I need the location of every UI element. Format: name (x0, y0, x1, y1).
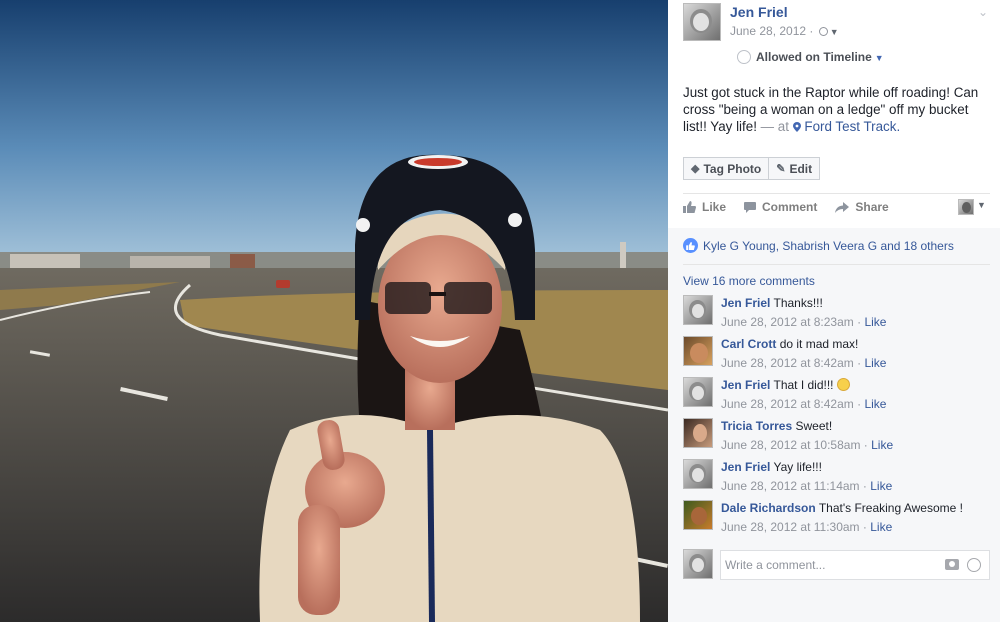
view-more-comments-link[interactable]: View 16 more comments (683, 274, 815, 288)
timeline-radio-icon[interactable] (737, 50, 751, 64)
post-at-label: — at (760, 119, 789, 134)
comment-time[interactable]: June 28, 2012 at 11:14am · (721, 479, 867, 493)
tag-photo-button[interactable]: ◆ Tag Photo (683, 157, 770, 180)
divider (683, 193, 990, 194)
viewer-avatar[interactable] (958, 199, 974, 215)
chevron-down-icon[interactable]: ▼ (830, 27, 839, 37)
comment-like-link[interactable]: Like (864, 397, 886, 411)
comment-time[interactable]: June 28, 2012 at 10:58am · (721, 438, 868, 452)
commenter-avatar[interactable] (683, 459, 713, 489)
comment-bubble-icon (744, 201, 757, 213)
commenter-name[interactable]: Carl Crott (721, 337, 776, 351)
comment-item: Tricia Torres Sweet! June 28, 2012 at 10… (683, 418, 993, 454)
comment-like-link[interactable]: Like (870, 479, 892, 493)
comment-text: That I did!!! (773, 378, 834, 392)
camera-icon[interactable] (945, 559, 959, 570)
author-name[interactable]: Jen Friel (730, 4, 788, 20)
post-place-link[interactable]: Ford Test Track. (804, 119, 900, 134)
comment-like-link[interactable]: Like (871, 438, 893, 452)
tag-icon: ◆ (691, 163, 700, 175)
emoji-icon[interactable] (967, 558, 981, 572)
author-avatar[interactable] (683, 3, 721, 41)
comment-input[interactable] (725, 551, 935, 579)
comment-time[interactable]: June 28, 2012 at 8:23am · (721, 315, 861, 329)
edit-label: Edit (789, 161, 813, 176)
smiley-emoji-icon (836, 378, 850, 391)
comment-item: Dale Richardson That's Freaking Awesome … (683, 500, 993, 536)
commenter-name[interactable]: Tricia Torres (721, 419, 792, 433)
share-button[interactable]: Share (835, 200, 889, 214)
commenter-name[interactable]: Dale Richardson (721, 501, 816, 515)
post-meta: June 28, 2012 · ▼ (730, 24, 839, 38)
like-badge-icon (683, 238, 698, 253)
chevron-down-icon[interactable]: ▼ (977, 200, 986, 210)
timeline-label: Allowed on Timeline (756, 50, 872, 64)
post-date[interactable]: June 28, 2012 · (730, 24, 813, 38)
likes-summary-row[interactable]: Kyle G Young, Shabrish Veera G and 18 ot… (683, 238, 954, 253)
post-text: Just got stuck in the Raptor while off r… (683, 84, 993, 135)
like-label: Like (702, 200, 727, 214)
chevron-down-icon: ▼ (874, 53, 884, 63)
comment-like-link[interactable]: Like (864, 356, 886, 370)
comment-time[interactable]: June 28, 2012 at 8:42am · (721, 356, 861, 370)
pencil-icon: ✎ (776, 163, 786, 175)
tag-photo-label: Tag Photo (703, 161, 762, 176)
comment-label: Comment (762, 200, 818, 214)
comment-item: Jen Friel Thanks!!! June 28, 2012 at 8:2… (683, 295, 993, 331)
composer-avatar (683, 549, 713, 579)
comment-text: Yay life!!! (773, 460, 822, 474)
commenter-avatar[interactable] (683, 336, 713, 366)
thumbs-up-icon (683, 201, 696, 213)
edit-button[interactable]: ✎ Edit (769, 157, 821, 180)
divider (683, 264, 990, 265)
comment-text: do it mad max! (779, 337, 859, 351)
photo-illustration (0, 0, 668, 622)
comment-item: Jen Friel Yay life!!! June 28, 2012 at 1… (683, 459, 993, 495)
post-header-area: Jen Friel June 28, 2012 · ▼ ⌄ Allowed on… (668, 0, 1000, 228)
comment-like-link[interactable]: Like (864, 315, 886, 329)
comment-like-link[interactable]: Like (870, 520, 892, 534)
like-button[interactable]: Like (683, 200, 726, 214)
commenter-name[interactable]: Jen Friel (721, 296, 770, 310)
ufi-actions: Like Comment Share (683, 200, 907, 214)
commenter-avatar[interactable] (683, 377, 713, 407)
commenter-avatar[interactable] (683, 418, 713, 448)
comment-text: Sweet! (795, 419, 833, 433)
timeline-toggle[interactable]: Allowed on Timeline ▼ (737, 50, 884, 64)
comment-item: Carl Crott do it mad max! June 28, 2012 … (683, 336, 993, 372)
globe-icon[interactable] (818, 27, 828, 36)
share-label: Share (855, 200, 889, 214)
comment-text: That's Freaking Awesome ! (818, 501, 963, 515)
commenter-avatar[interactable] (683, 295, 713, 325)
photo-actions: ◆ Tag Photo ✎ Edit (683, 157, 821, 180)
post-options-chevron-icon[interactable]: ⌄ (978, 5, 988, 19)
commenter-name[interactable]: Jen Friel (721, 378, 770, 392)
comment-time[interactable]: June 28, 2012 at 8:42am · (721, 397, 861, 411)
share-arrow-icon (835, 201, 850, 213)
post-panel: Jen Friel June 28, 2012 · ▼ ⌄ Allowed on… (668, 0, 1000, 622)
post-photo[interactable] (0, 0, 668, 622)
comment-text: Thanks!!! (773, 296, 823, 310)
likes-summary[interactable]: Kyle G Young, Shabrish Veera G and 18 ot… (703, 239, 954, 253)
comment-item: Jen Friel That I did!!! June 28, 2012 at… (683, 377, 993, 413)
commenter-name[interactable]: Jen Friel (721, 460, 770, 474)
comment-time[interactable]: June 28, 2012 at 11:30am · (721, 520, 867, 534)
comment-button[interactable]: Comment (744, 200, 817, 214)
comment-composer[interactable] (720, 550, 990, 580)
commenter-avatar[interactable] (683, 500, 713, 530)
map-pin-icon (792, 119, 801, 132)
